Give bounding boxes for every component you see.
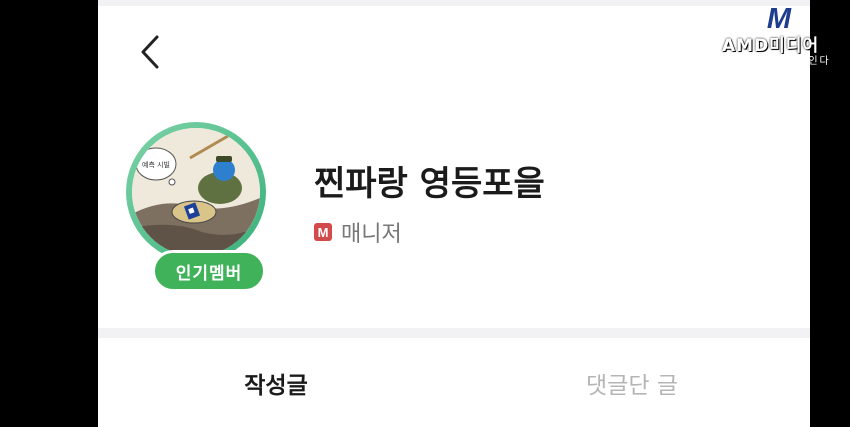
watermark-logo-icon: M (766, 2, 792, 35)
profile-nickname: 찐파랑 영등포을 (314, 164, 545, 204)
tab-posts[interactable]: 작성글 (98, 338, 454, 427)
role-row: M 매니저 (314, 218, 402, 247)
avatar-image: 예측 시빌 (132, 128, 260, 256)
phone-screen: 예측 시빌 인기멤버 찐파랑 영등포을 M 매니저 작성글 댓글단 글 (98, 0, 810, 427)
watermark-subtitle: 아는 만큼 보인다 (742, 56, 831, 67)
popular-member-badge: 인기멤버 (152, 250, 266, 292)
profile-header: 예측 시빌 인기멤버 찐파랑 영등포을 M 매니저 (98, 6, 810, 328)
avatar[interactable]: 예측 시빌 (126, 122, 266, 262)
chevron-left-icon (141, 35, 159, 69)
back-button[interactable] (134, 30, 166, 74)
tab-bar: 작성글 댓글단 글 (98, 338, 810, 427)
tab-commented-posts[interactable]: 댓글단 글 (454, 338, 810, 427)
manager-m-icon: M (314, 223, 332, 241)
speech-bubble-text: 예측 시빌 (142, 160, 170, 169)
role-label: 매니저 (341, 222, 402, 247)
